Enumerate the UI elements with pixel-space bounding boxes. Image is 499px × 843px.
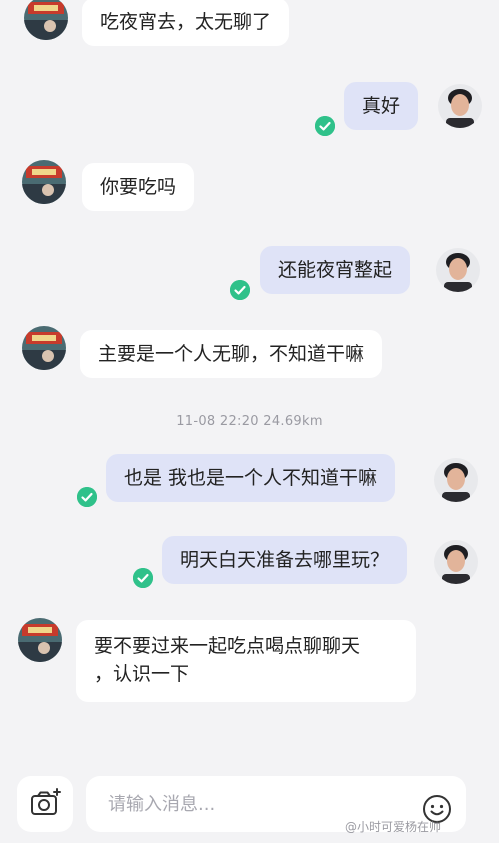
contact-avatar[interactable] [22,160,66,204]
chat-area: 吃夜宵去，太无聊了 真好 你要吃吗 还能夜宵整起 主要是一个人无聊，不知道干嘛 [0,0,499,770]
watermark: @小时可爱杨在帅 [345,820,442,834]
message-line: 要不要过来一起吃点喝点聊聊天 [94,635,361,657]
camera-icon [31,788,61,815]
check-icon [230,280,250,300]
contact-avatar[interactable] [24,0,68,40]
message-bubble[interactable]: 还能夜宵整起 [260,246,411,294]
contact-avatar[interactable] [22,326,66,370]
message-bubble[interactable]: 真好 [344,82,419,130]
message-bubble[interactable]: 也是 我也是一个人不知道干嘛 [106,454,396,502]
message-bubble[interactable]: 吃夜宵去，太无聊了 [82,0,290,46]
check-icon [315,116,335,136]
message-bubble[interactable]: 要不要过来一起吃点喝点聊聊天 ，认识一下 [76,620,416,702]
user-avatar[interactable] [436,248,480,292]
user-avatar[interactable] [434,458,478,502]
message-bubble[interactable]: 明天白天准备去哪里玩？ [162,536,408,584]
check-icon [77,487,97,507]
camera-button[interactable] [17,776,73,832]
message-bubble[interactable]: 你要吃吗 [82,163,195,211]
user-avatar[interactable] [438,84,482,128]
user-avatar[interactable] [434,540,478,584]
message-line: ，认识一下 [94,663,190,685]
message-input[interactable] [108,790,408,818]
contact-avatar[interactable] [18,618,62,662]
check-icon [133,568,153,588]
message-bubble[interactable]: 主要是一个人无聊，不知道干嘛 [80,330,383,378]
timestamp: 11-08 22:20 24.69km [176,414,323,429]
